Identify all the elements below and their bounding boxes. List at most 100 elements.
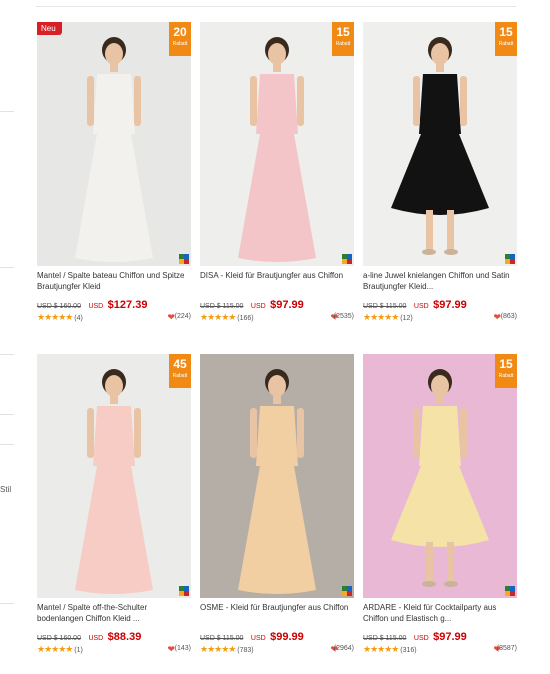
discount-badge: 20 Rabatt [169,22,191,56]
product-card[interactable]: 15 Rabatt DISA - Kleid für Brautjungfer … [200,22,354,324]
sale-price: $99.99 [270,631,304,643]
product-card[interactable]: 15 Rabatt ARDARE - Kleid für Cocktailpar… [363,354,517,656]
star-icon: ★★★★★ [37,312,73,322]
rating-row: ★★★★★ (12) ❤ (863) [363,312,517,324]
rating-row: ★★★★★ (316) ❤ (3587) [363,644,517,656]
discount-badge: 15 Rabatt [495,22,517,56]
product-image-svg [200,22,354,266]
sidebar-divider [0,267,14,268]
discount-percent: 45 [173,357,187,371]
product-title[interactable]: OSME - Kleid für Brautjungfer aus Chiffo… [200,602,354,624]
sale-price: $97.99 [433,299,467,311]
price-row: USD $ 160.00 USD $127.39 [37,295,191,311]
discount-label: Rabatt [498,41,514,47]
review-count[interactable]: (316) [400,647,416,654]
product-card[interactable]: 45 Rabatt Mantel / Spalte off-the-Schult… [37,354,191,656]
like-count: (3587) [496,645,517,652]
rating-row: ★★★★★ (1) ❤ (143) [37,644,191,656]
zoom-icon[interactable] [505,254,515,264]
sidebar-divider [0,354,14,355]
review-count[interactable]: (783) [237,647,253,654]
original-price: USD $ 115.00 [200,303,244,310]
product-image[interactable]: 15 Rabatt [200,22,354,266]
discount-percent: 15 [499,25,513,39]
review-count[interactable]: (166) [237,315,253,322]
star-icon: ★★★★★ [37,644,73,654]
product-title[interactable]: DISA - Kleid für Brautjungfer aus Chiffo… [200,270,354,292]
price-row: USD $ 115.00 USD $99.99 [200,627,354,643]
zoom-icon[interactable] [342,586,352,596]
currency-label: USD [413,303,429,310]
like-count: (2535) [333,313,354,320]
new-badge: Neu [37,22,62,35]
star-icon: ★★★★★ [200,312,236,322]
like-count: (2964) [333,645,354,652]
product-title[interactable]: a-line Juwel knielangen Chiffon und Sati… [363,270,517,292]
product-image[interactable] [200,354,354,598]
zoom-icon[interactable] [505,586,515,596]
like-count: (224) [174,313,191,320]
price-row: USD $ 115.00 USD $97.99 [363,627,517,643]
product-image[interactable]: 15 Rabatt [363,22,517,266]
original-price: USD $ 115.00 [363,635,407,642]
sidebar-divider [0,444,14,445]
sidebar-divider [0,414,14,415]
currency-label: USD [413,635,429,642]
sidebar-divider [0,603,14,604]
product-image[interactable]: 45 Rabatt [37,354,191,598]
price-row: USD $ 115.00 USD $97.99 [363,295,517,311]
review-count[interactable]: (4) [74,315,83,322]
rating-row: ★★★★★ (783) ❤ (2964) [200,644,354,656]
product-card[interactable]: Neu 20 Rabatt Mantel / Spalte bateau Chi… [37,22,191,324]
original-price: USD $ 160.00 [37,303,81,310]
currency-label: USD [250,635,266,642]
product-image-svg [37,22,191,266]
review-count[interactable]: (1) [74,647,83,654]
product-image[interactable]: 15 Rabatt [363,354,517,598]
original-price: USD $ 115.00 [200,635,244,642]
product-image-svg [200,354,354,598]
product-title[interactable]: ARDARE - Kleid für Cocktailparty aus Chi… [363,602,517,624]
discount-percent: 15 [336,25,350,39]
like-count: (143) [174,645,191,652]
review-count[interactable]: (12) [400,315,412,322]
product-image[interactable]: Neu 20 Rabatt [37,22,191,266]
zoom-icon[interactable] [179,586,189,596]
rating-row: ★★★★★ (4) ❤ (224) [37,312,191,324]
original-price: USD $ 160.00 [37,635,81,642]
discount-badge: 15 Rabatt [332,22,354,56]
product-image-svg [363,22,517,266]
sidebar-text-fragment[interactable]: Stil [0,485,11,494]
like-count: (863) [500,313,517,320]
discount-label: Rabatt [172,41,188,47]
original-price: USD $ 115.00 [363,303,407,310]
sale-price: $127.39 [107,299,148,311]
sale-price: $97.99 [270,299,304,311]
sale-price: $97.99 [433,631,467,643]
discount-badge: 45 Rabatt [169,354,191,388]
discount-label: Rabatt [172,373,188,379]
price-row: USD $ 160.00 USD $88.39 [37,627,191,643]
currency-label: USD [250,303,266,310]
product-card[interactable]: OSME - Kleid für Brautjungfer aus Chiffo… [200,354,354,656]
product-card[interactable]: 15 Rabatt a-line Juwel knielangen Chiffo… [363,22,517,324]
star-icon: ★★★★★ [363,644,399,654]
star-icon: ★★★★★ [200,644,236,654]
sale-price: $88.39 [107,631,142,643]
top-divider [36,6,516,7]
star-icon: ★★★★★ [363,312,399,322]
discount-badge: 15 Rabatt [495,354,517,388]
left-sidebar: Stil [0,0,14,674]
zoom-icon[interactable] [342,254,352,264]
discount-label: Rabatt [335,41,351,47]
rating-row: ★★★★★ (166) ❤ (2535) [200,312,354,324]
discount-percent: 20 [173,25,187,39]
price-row: USD $ 115.00 USD $97.99 [200,295,354,311]
product-title[interactable]: Mantel / Spalte bateau Chiffon und Spitz… [37,270,191,292]
product-image-svg [363,354,517,598]
product-title[interactable]: Mantel / Spalte off-the-Schulter bodenla… [37,602,191,624]
sidebar-divider [0,111,14,112]
discount-label: Rabatt [498,373,514,379]
zoom-icon[interactable] [179,254,189,264]
product-image-svg [37,354,191,598]
